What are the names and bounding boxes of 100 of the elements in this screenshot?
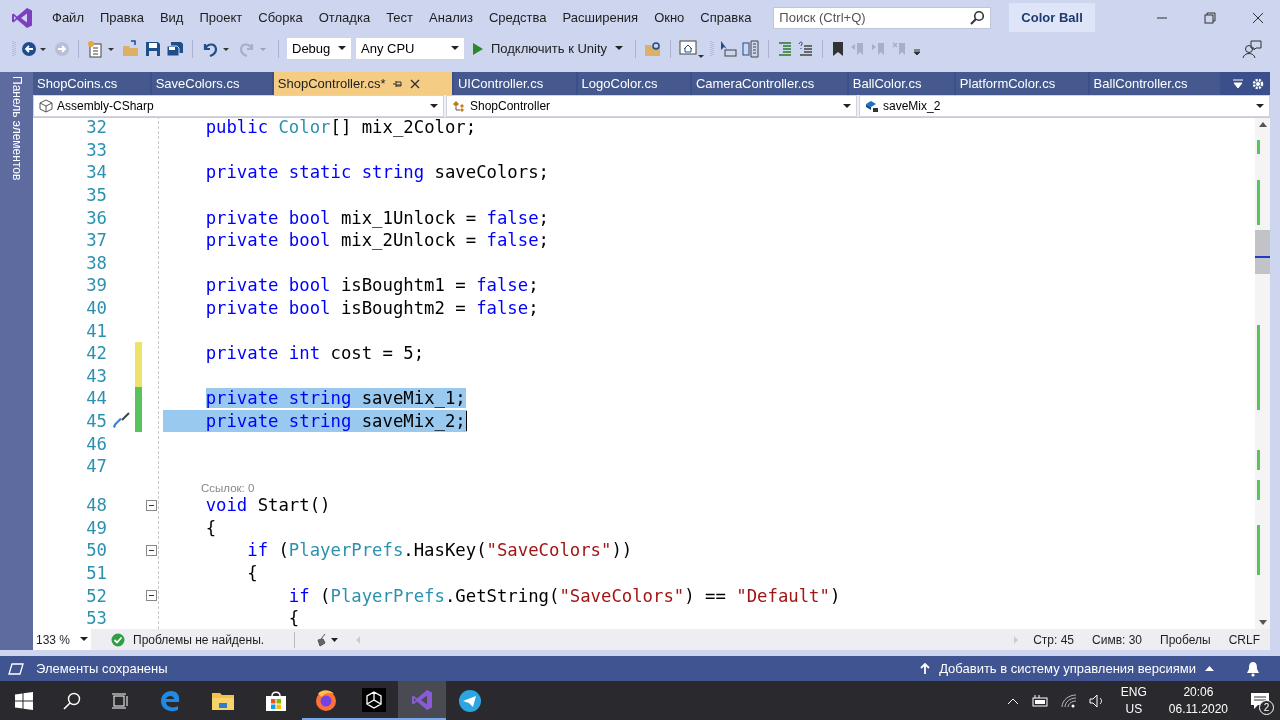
- menu-item[interactable]: Тест: [378, 7, 422, 28]
- menu-item[interactable]: Файл: [44, 7, 92, 28]
- uncomment-icon[interactable]: [798, 40, 815, 57]
- pin-icon[interactable]: [392, 78, 403, 89]
- search-icon: [969, 9, 986, 26]
- menu-item[interactable]: Правка: [91, 7, 152, 28]
- check-icon: [111, 632, 125, 647]
- document-icon[interactable]: [742, 39, 761, 58]
- search-field[interactable]: Поиск (Ctrl+Q): [773, 6, 992, 29]
- feedback-icon[interactable]: [1242, 38, 1262, 59]
- menu-item[interactable]: Сборка: [250, 7, 311, 28]
- caret-icon: [430, 103, 438, 109]
- comment-icon[interactable]: [777, 40, 794, 57]
- line-indicator[interactable]: Стр: 45: [1033, 632, 1074, 647]
- menu-item[interactable]: Расширения: [554, 7, 647, 28]
- telegram-icon[interactable]: [458, 688, 482, 713]
- clock-time[interactable]: 20:06: [1183, 683, 1214, 701]
- wifi-icon[interactable]: [1060, 693, 1077, 708]
- type-dropdown[interactable]: ShopController: [446, 95, 857, 117]
- unity-icon[interactable]: [362, 687, 386, 712]
- collapse-icon[interactable]: [146, 590, 157, 602]
- line-number: 51: [85, 563, 107, 584]
- scroll-up-icon[interactable]: [1257, 120, 1268, 128]
- menu-item[interactable]: Окно: [646, 7, 693, 28]
- save-all-icon[interactable]: [166, 40, 184, 57]
- save-icon[interactable]: [145, 40, 161, 57]
- file-tab[interactable]: SaveColors.cs: [151, 72, 272, 95]
- battery-icon[interactable]: [1030, 694, 1049, 707]
- bell-icon[interactable]: [1246, 660, 1260, 677]
- back-icon[interactable]: [21, 40, 49, 57]
- menu-item[interactable]: Вид: [151, 7, 192, 28]
- clock-date[interactable]: 06.11.2020: [1168, 700, 1228, 718]
- open-folder-icon[interactable]: [122, 39, 140, 58]
- menu-item[interactable]: Отладка: [310, 7, 379, 28]
- platform-dropdown[interactable]: Any CPU: [356, 38, 464, 59]
- screwdriver-icon[interactable]: [111, 412, 131, 430]
- menu-item[interactable]: Средства: [480, 7, 555, 28]
- find-in-files-icon[interactable]: [644, 40, 663, 57]
- line-endings[interactable]: CRLF: [1228, 632, 1260, 647]
- pointer-icon[interactable]: [719, 39, 738, 58]
- code-line: private bool mix_1Unlock = false;: [205, 207, 549, 228]
- windows-icon[interactable]: [15, 691, 33, 710]
- file-tab[interactable]: ShopCoins.cs: [33, 72, 150, 95]
- menu-item[interactable]: Проект: [191, 7, 251, 28]
- file-tab[interactable]: ShopController.cs*: [273, 72, 452, 95]
- bookmark-icon[interactable]: [831, 40, 846, 57]
- keyboard-layout[interactable]: US: [1125, 700, 1143, 718]
- configuration-dropdown[interactable]: Debug: [287, 38, 351, 59]
- tab-list-icon[interactable]: [1231, 77, 1244, 90]
- zoom-dropdown[interactable]: 133 %: [33, 629, 91, 650]
- collapse-icon[interactable]: [146, 499, 157, 511]
- menu-item[interactable]: Анализ: [421, 7, 481, 28]
- task-view-icon[interactable]: [111, 691, 129, 710]
- project-dropdown[interactable]: Assembly-CSharp: [33, 95, 444, 117]
- problems-status[interactable]: Проблемы не найдены.: [133, 632, 265, 647]
- toolbox-tab[interactable]: Панель элементов: [9, 76, 24, 181]
- line-number: 44: [85, 388, 107, 409]
- collapse-icon[interactable]: [146, 545, 157, 556]
- file-tab[interactable]: BallController.cs: [1089, 72, 1220, 95]
- file-tab[interactable]: BallColor.cs: [848, 72, 954, 95]
- folder-icon[interactable]: [211, 690, 235, 711]
- close-icon[interactable]: [1252, 11, 1264, 24]
- language-indicator[interactable]: ENG: [1120, 683, 1147, 701]
- up-arrow-icon: [920, 662, 931, 675]
- chevron-up-icon[interactable]: [1006, 696, 1019, 705]
- file-tab[interactable]: UIController.cs: [453, 72, 576, 95]
- change-marker: [1257, 140, 1260, 154]
- scroll-thumb[interactable]: [1255, 230, 1270, 274]
- caret-icon: [843, 103, 851, 109]
- code-line: {: [288, 608, 300, 629]
- scroll-down-icon[interactable]: [1257, 619, 1268, 627]
- file-tab[interactable]: LogoColor.cs: [577, 72, 690, 95]
- change-marker: [1257, 180, 1260, 225]
- source-control-button[interactable]: Добавить в систему управления версиями: [914, 660, 1220, 677]
- settings-icon[interactable]: [1251, 77, 1264, 90]
- code-line: public Color[] mix_2Color;: [205, 118, 477, 138]
- code-line: private bool isBoughtm2 = false;: [205, 298, 539, 319]
- new-project-icon[interactable]: [87, 39, 117, 58]
- search-icon[interactable]: [63, 691, 81, 710]
- code-line: if (PlayerPrefs.GetString("SaveColors") == "Default"): [288, 585, 841, 606]
- line-number: 33: [85, 139, 107, 160]
- run-button[interactable]: Подключить к Unity: [469, 41, 628, 56]
- volume-icon[interactable]: [1088, 693, 1105, 708]
- home-icon[interactable]: [679, 38, 706, 59]
- restore-icon[interactable]: [1204, 11, 1216, 24]
- firefox-icon[interactable]: [314, 687, 338, 712]
- browser-icon[interactable]: [159, 689, 181, 712]
- file-tab[interactable]: CameraController.cs: [691, 72, 847, 95]
- line-number: 48: [85, 495, 107, 516]
- column-indicator[interactable]: Симв: 30: [1092, 632, 1143, 647]
- caret-up-icon: [1205, 666, 1214, 671]
- reference-count[interactable]: Ссылок: 0: [201, 482, 255, 494]
- line-number: 39: [85, 275, 107, 296]
- scrollbar[interactable]: [1255, 118, 1270, 629]
- store-icon[interactable]: [265, 689, 287, 712]
- member-dropdown[interactable]: saveMix_2: [859, 95, 1270, 117]
- close-icon[interactable]: [409, 78, 420, 89]
- menu-item[interactable]: Справка: [692, 7, 760, 28]
- file-tab[interactable]: PlatformColor.cs: [955, 72, 1088, 95]
- indent-mode[interactable]: Пробелы: [1160, 632, 1211, 647]
